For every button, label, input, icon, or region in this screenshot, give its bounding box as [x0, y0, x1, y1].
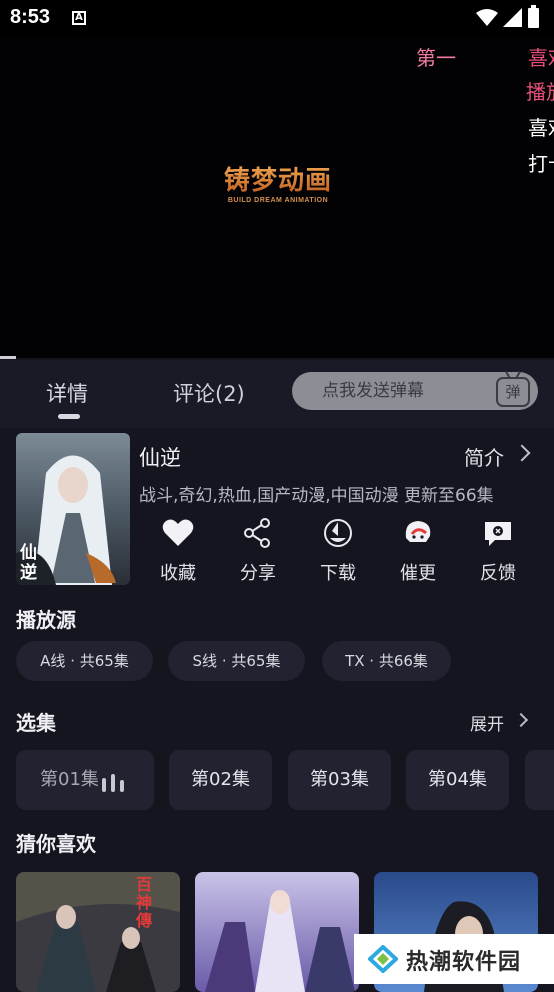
- playing-bars-icon: [102, 774, 132, 792]
- episode-item-current[interactable]: 第01集: [16, 750, 154, 810]
- show-tags: 战斗,奇幻,热血,国产动漫,中国动漫 更新至66集: [139, 486, 494, 506]
- episode-item[interactable]: 第04集: [406, 750, 509, 810]
- watermark-text: 热潮软件园: [406, 950, 522, 975]
- episode-item[interactable]: 第02集: [169, 750, 272, 810]
- video-player[interactable]: 铸梦动画 BUILD DREAM ANIMATION 第一 喜欢 播放 喜欢 打…: [0, 36, 554, 358]
- detail-content: 仙逆 仙逆 简介 战斗,奇幻,热血,国产动漫,中国动漫 更新至66集 收藏 分享…: [0, 428, 554, 992]
- recommend-heading: 猜你喜欢: [16, 832, 96, 856]
- poster-title-text: 仙逆: [20, 543, 37, 583]
- status-time: 8:53: [10, 6, 51, 28]
- feedback-icon: [485, 522, 511, 546]
- watermark-logo-icon: [368, 945, 398, 973]
- studio-logo-cn: 铸梦动画: [216, 160, 340, 197]
- chevron-right-icon[interactable]: [513, 712, 529, 728]
- danmaku-comment: 喜欢: [528, 116, 554, 140]
- watermark-banner: 热潮软件园: [354, 934, 554, 984]
- favorite-button[interactable]: 收藏: [148, 516, 208, 585]
- danmaku-comment: 播放: [526, 80, 554, 104]
- feedback-label: 反馈: [480, 563, 516, 584]
- wifi-icon: [476, 9, 498, 26]
- source-chip-s[interactable]: S线 · 共65集: [168, 641, 305, 681]
- show-poster[interactable]: 仙逆: [16, 433, 130, 585]
- download-icon: [324, 519, 352, 547]
- tab-active-indicator: [58, 414, 80, 419]
- episode-item[interactable]: 第03集: [288, 750, 391, 810]
- episodes-expand-link[interactable]: 展开: [470, 710, 504, 735]
- tab-details[interactable]: 详情: [46, 378, 88, 408]
- share-label: 分享: [240, 563, 276, 584]
- sources-heading: 播放源: [16, 608, 76, 632]
- heart-icon: [162, 519, 194, 546]
- studio-logo-en: BUILD DREAM ANIMATION: [227, 197, 329, 204]
- intro-link[interactable]: 简介: [464, 442, 504, 471]
- download-label: 下载: [320, 563, 356, 584]
- battery-icon: [528, 5, 539, 28]
- danmaku-comment: 喜欢: [528, 46, 554, 70]
- recommend-badge-text: 百神傳: [136, 875, 153, 930]
- recommend-card[interactable]: 百神傳: [16, 872, 180, 992]
- urge-update-button[interactable]: 催更: [388, 516, 448, 585]
- danmaku-comment: 第一: [416, 46, 456, 70]
- notification-a-icon: A: [72, 11, 86, 25]
- recommend-card[interactable]: [195, 872, 359, 992]
- danmaku-comment: 打卡: [528, 152, 554, 176]
- status-bar: 8:53 A: [0, 0, 554, 36]
- tab-comments[interactable]: 评论(2): [173, 378, 245, 408]
- episode-label: 第01集: [40, 769, 99, 790]
- studio-logo: 铸梦动画 BUILD DREAM ANIMATION: [216, 160, 340, 204]
- share-icon: [244, 518, 270, 548]
- source-chip-tx[interactable]: TX · 共66集: [322, 641, 451, 681]
- share-button[interactable]: 分享: [228, 516, 288, 585]
- signal-icon: [503, 8, 522, 27]
- feedback-button[interactable]: 反馈: [468, 516, 528, 585]
- video-progress-bar[interactable]: [0, 356, 16, 359]
- episodes-heading: 选集: [16, 711, 56, 735]
- urge-update-label: 催更: [400, 563, 436, 584]
- recommend-thumbnail: [195, 872, 359, 992]
- episode-item-partial[interactable]: [525, 750, 554, 810]
- urge-icon: [405, 521, 431, 542]
- download-button[interactable]: 下载: [308, 516, 368, 585]
- chevron-right-icon[interactable]: [513, 444, 531, 462]
- detail-tab-bar: 详情 评论(2) 点我发送弹幕 弹: [0, 360, 554, 428]
- danmaku-toggle-button[interactable]: 弹: [496, 377, 530, 407]
- source-chip-a[interactable]: A线 · 共65集: [16, 641, 153, 681]
- favorite-label: 收藏: [160, 563, 196, 584]
- show-title: 仙逆: [139, 446, 181, 470]
